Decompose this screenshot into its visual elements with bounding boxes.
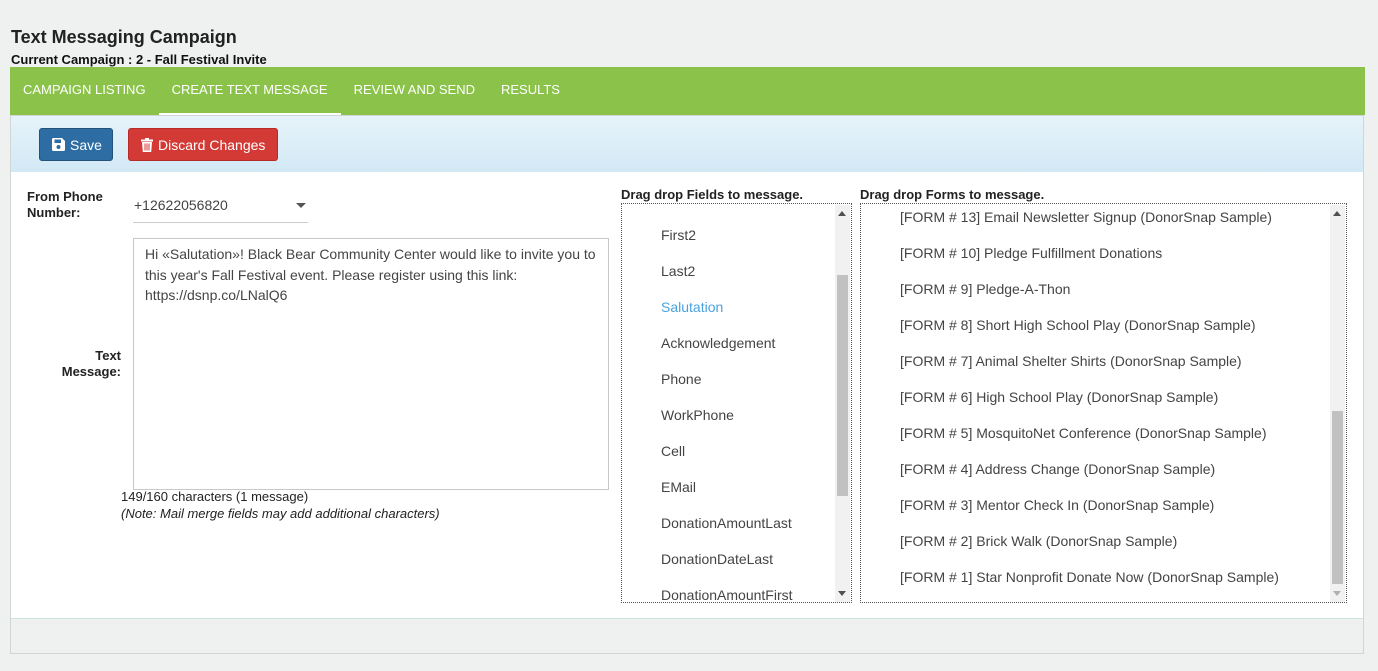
field-item-phone[interactable]: Phone [661,371,701,387]
tab-review-and-send[interactable]: REVIEW AND SEND [341,67,488,115]
fields-list-title: Drag drop Fields to message. [621,187,804,202]
current-campaign-label: Current Campaign : 2 - Fall Festival Inv… [11,52,267,67]
form-item-2[interactable]: [FORM # 2] Brick Walk (DonorSnap Sample) [900,533,1177,549]
field-item-acknowledgement[interactable]: Acknowledgement [661,335,775,351]
scroll-up-icon[interactable] [1333,211,1341,216]
from-phone-select[interactable]: +12622056820 [133,193,308,223]
field-item-cell[interactable]: Cell [661,443,685,459]
scroll-down-icon[interactable] [838,591,846,596]
discard-button-label: Discard Changes [158,136,266,153]
character-count: 149/160 characters (1 message) [121,489,309,504]
form-item-13[interactable]: [FORM # 13] Email Newsletter Signup (Don… [900,209,1272,225]
text-message-label: Text Message: [58,348,121,380]
field-item-workphone[interactable]: WorkPhone [661,407,734,423]
field-item-donation-date-last[interactable]: DonationDateLast [661,551,773,567]
form-item-10[interactable]: [FORM # 10] Pledge Fulfillment Donations [900,245,1162,261]
forms-list-title: Drag drop Forms to message. [860,187,1045,202]
save-button-label: Save [70,136,102,153]
fields-scrollbar[interactable] [835,205,850,602]
text-message-input[interactable]: Hi «Salutation»! Black Bear Community Ce… [133,238,609,490]
from-phone-value: +12622056820 [134,197,228,213]
forms-scrollbar[interactable] [1330,205,1345,602]
page-title: Text Messaging Campaign [11,27,237,47]
fields-list: First2 Last2 Salutation Acknowledgement … [621,203,852,603]
form-item-4[interactable]: [FORM # 4] Address Change (DonorSnap Sam… [900,461,1215,477]
tab-campaign-listing[interactable]: CAMPAIGN LISTING [10,67,159,115]
forms-list: [FORM # 13] Email Newsletter Signup (Don… [860,203,1347,603]
field-item-last2[interactable]: Last2 [661,263,695,279]
discard-changes-button[interactable]: Discard Changes [128,128,278,161]
tab-create-text-message[interactable]: CREATE TEXT MESSAGE [158,67,341,115]
form-item-1[interactable]: [FORM # 1] Star Nonprofit Donate Now (Do… [900,569,1279,585]
save-button[interactable]: Save [39,128,113,161]
merge-fields-note: (Note: Mail merge fields may add additio… [121,506,440,521]
from-phone-label-line2: Number: [27,205,81,220]
fields-scroll-thumb[interactable] [837,275,848,496]
form-item-5[interactable]: [FORM # 5] MosquitoNet Conference (Donor… [900,425,1267,441]
scroll-down-icon[interactable] [1333,591,1341,596]
text-message-label-line2: Message: [61,364,121,379]
campaign-tabs: CAMPAIGN LISTING CREATE TEXT MESSAGE REV… [10,67,1365,115]
field-item-donation-amount-last[interactable]: DonationAmountLast [661,515,792,531]
field-item-first2[interactable]: First2 [661,227,696,243]
from-phone-label: From Phone Number: [27,189,103,221]
tab-results[interactable]: RESULTS [488,67,573,115]
floppy-disk-icon [52,138,65,151]
forms-scroll-thumb[interactable] [1332,411,1343,584]
from-phone-label-line1: From Phone [27,189,103,204]
form-item-8[interactable]: [FORM # 8] Short High School Play (Donor… [900,317,1256,333]
field-item-salutation[interactable]: Salutation [661,299,723,315]
trash-icon [141,137,153,152]
form-item-3[interactable]: [FORM # 3] Mentor Check In (DonorSnap Sa… [900,497,1214,513]
field-item-email[interactable]: EMail [661,479,696,495]
caret-down-icon [296,203,306,208]
text-message-label-line1: Text [95,348,121,363]
form-item-9[interactable]: [FORM # 9] Pledge-A-Thon [900,281,1070,297]
form-item-6[interactable]: [FORM # 6] High School Play (DonorSnap S… [900,389,1218,405]
scroll-up-icon[interactable] [838,211,846,216]
form-item-7[interactable]: [FORM # 7] Animal Shelter Shirts (DonorS… [900,353,1242,369]
field-item-donation-amount-first[interactable]: DonationAmountFirst [661,587,793,602]
